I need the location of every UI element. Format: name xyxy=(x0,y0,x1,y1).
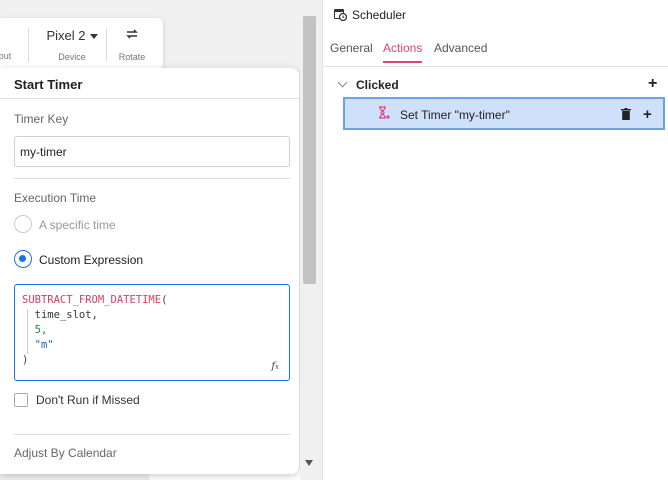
timer-key-label: Timer Key xyxy=(14,112,69,126)
dont-run-if-missed-checkbox[interactable] xyxy=(14,393,28,407)
panel-title: Scheduler xyxy=(333,7,406,22)
radio-custom-expression-label: Custom Expression xyxy=(39,253,144,267)
divider xyxy=(14,434,290,435)
action-item-label: Set Timer "my-timer" xyxy=(400,108,510,122)
divider xyxy=(14,178,290,179)
expression-arg-1: time_slot, xyxy=(34,309,98,321)
expression-open-paren: ( xyxy=(161,294,168,306)
device-label: Device xyxy=(58,52,86,62)
execution-time-label: Execution Time xyxy=(14,191,97,205)
toolbar-separator xyxy=(106,28,107,62)
expression-arg-3: "m" xyxy=(34,339,54,351)
rotate-icon xyxy=(112,28,152,43)
chevron-down-icon xyxy=(89,34,98,40)
trash-icon[interactable] xyxy=(621,108,631,120)
scroll-down-arrow-icon[interactable] xyxy=(305,460,313,466)
radio-specific-time-label: A specific time xyxy=(39,218,116,232)
radio-specific-time[interactable] xyxy=(14,215,32,233)
action-item-set-timer[interactable]: Set Timer "my-timer" + xyxy=(343,97,665,130)
output-tool[interactable]: put xyxy=(0,28,12,61)
tab-general[interactable]: General xyxy=(330,41,373,61)
device-toolbar: put Pixel 2 Device Rotate xyxy=(0,18,163,70)
function-icon[interactable]: fx xyxy=(271,361,279,372)
indent-guide xyxy=(27,309,28,354)
rotate-button[interactable]: Rotate xyxy=(112,28,152,62)
popover-title: Start Timer xyxy=(0,68,299,99)
section-clicked[interactable]: Clicked xyxy=(337,77,659,92)
adjust-by-calendar-label: Adjust By Calendar xyxy=(14,446,117,460)
dont-run-if-missed-label: Don't Run if Missed xyxy=(36,393,140,407)
radio-custom-expression[interactable] xyxy=(14,250,32,268)
calendar-clock-icon xyxy=(333,7,348,22)
add-sub-action-button[interactable]: + xyxy=(643,106,652,123)
panel-title-text: Scheduler xyxy=(352,8,407,22)
expression-function: SUBTRACT_FROM_DATETIME xyxy=(22,294,162,306)
rotate-label: Rotate xyxy=(118,52,146,62)
section-title: Clicked xyxy=(356,78,399,92)
expression-editor[interactable]: SUBTRACT_FROM_DATETIME( time_slot, 5, "m… xyxy=(14,284,290,381)
chevron-down-icon xyxy=(337,77,348,88)
output-label: put xyxy=(0,51,12,61)
expression-close-paren: ) xyxy=(22,354,29,366)
timer-icon xyxy=(377,106,391,120)
toolbar-separator xyxy=(28,28,29,62)
timer-key-input[interactable]: my-timer xyxy=(14,136,290,167)
tab-actions[interactable]: Actions xyxy=(383,41,423,63)
panel-tabs: General Actions Advanced xyxy=(323,41,668,67)
device-select[interactable]: Pixel 2 Device xyxy=(44,28,100,62)
add-action-button[interactable]: + xyxy=(648,76,657,92)
device-value: Pixel 2 xyxy=(46,28,86,43)
start-timer-popover: Start Timer Timer Key my-timer Execution… xyxy=(0,68,299,474)
scrollbar-thumb[interactable] xyxy=(303,16,316,284)
properties-panel: Scheduler General Actions Advanced Click… xyxy=(322,0,668,480)
expression-arg-2: 5, xyxy=(34,324,48,336)
tab-advanced[interactable]: Advanced xyxy=(434,41,487,61)
